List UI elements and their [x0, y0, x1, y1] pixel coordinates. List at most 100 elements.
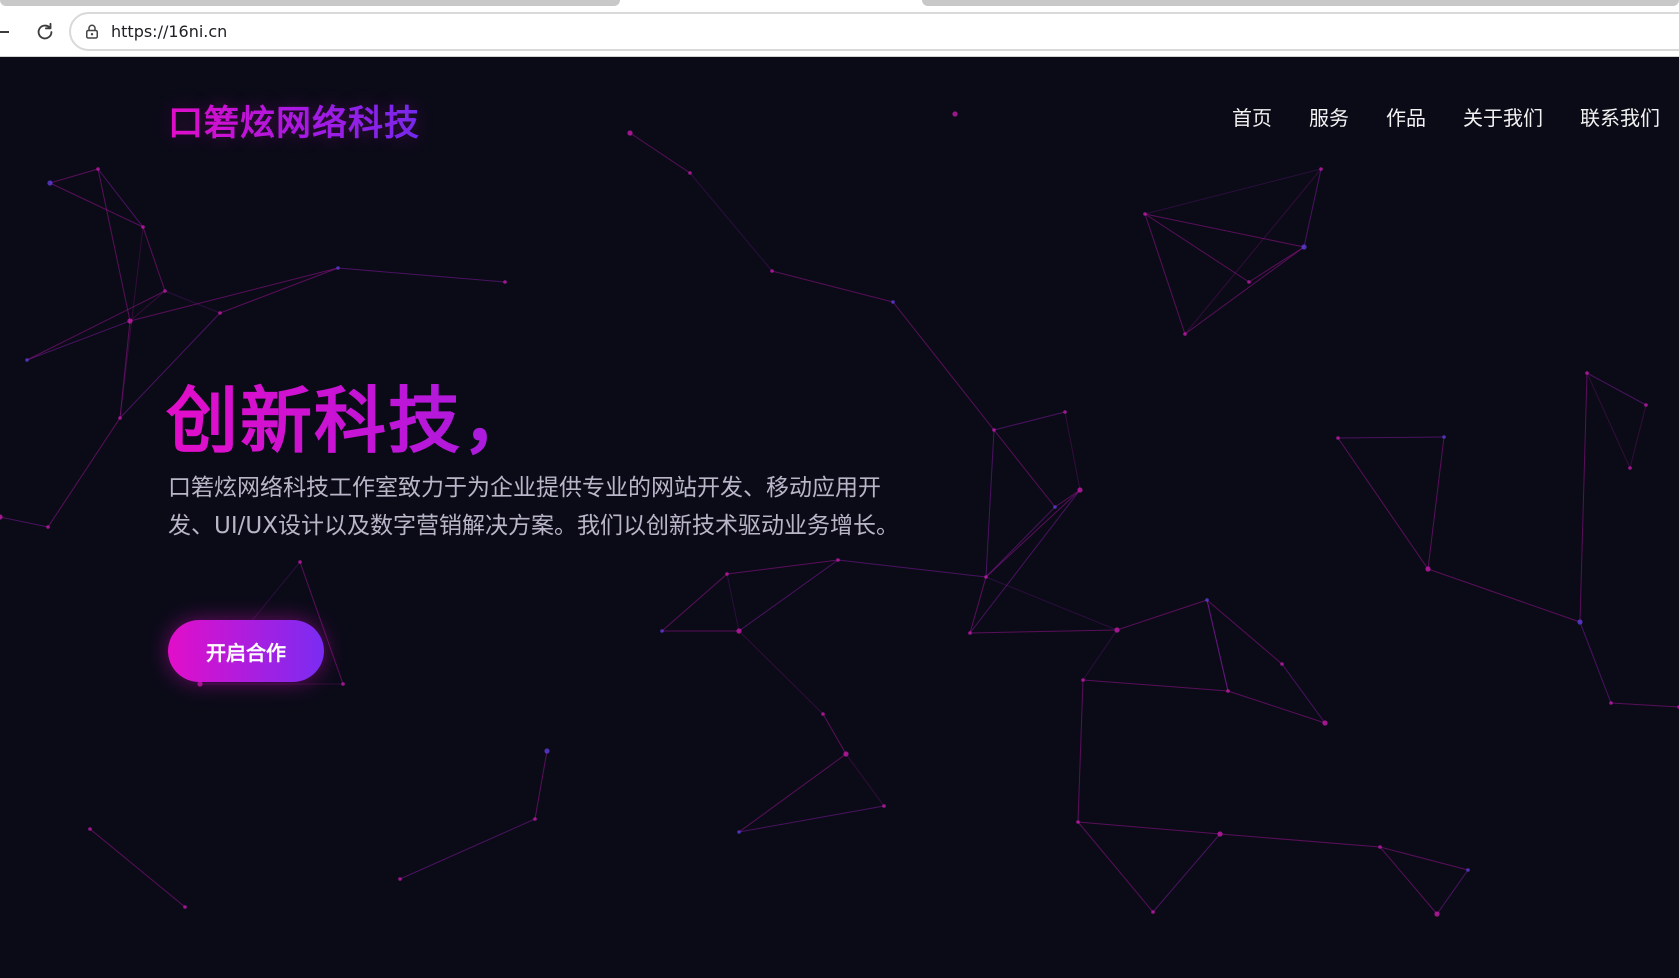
network-link — [985, 429, 995, 578]
network-link — [1337, 437, 1429, 570]
network-node — [770, 269, 774, 273]
network-link — [1206, 599, 1229, 692]
network-link — [1144, 213, 1186, 335]
network-link — [993, 429, 1056, 508]
network-node — [891, 300, 895, 304]
network-node — [1076, 820, 1080, 824]
network-node — [843, 751, 849, 757]
network-node — [96, 167, 100, 171]
network-link — [1629, 404, 1647, 469]
network-link — [534, 750, 548, 820]
site-logo-text[interactable]: 口箬炫网络科技 — [168, 95, 420, 146]
network-node — [737, 830, 741, 834]
network-node — [141, 225, 145, 229]
network-node — [660, 629, 664, 633]
network-link — [1077, 821, 1221, 835]
site-info-icon[interactable] — [81, 21, 103, 43]
network-link — [26, 290, 166, 361]
tab[interactable] — [922, 0, 1679, 6]
url-text: https://16ni.cn — [111, 22, 228, 41]
network-node — [1378, 845, 1382, 849]
network-link — [1281, 663, 1326, 724]
network-link — [1144, 168, 1322, 215]
network-link — [629, 132, 691, 174]
network-node — [836, 558, 840, 562]
network-node — [218, 311, 222, 315]
network-node — [47, 180, 53, 186]
network-link — [738, 753, 847, 833]
network-link — [661, 573, 728, 632]
network-link — [1579, 372, 1588, 623]
network-node — [46, 525, 50, 529]
network-node — [118, 416, 122, 420]
network-link — [1144, 213, 1250, 283]
network-link — [1610, 702, 1679, 708]
network-link — [738, 630, 824, 715]
network-link — [1227, 690, 1326, 724]
network-node — [992, 428, 996, 432]
nav-item-services[interactable]: 服务 — [1309, 102, 1349, 131]
network-node — [0, 514, 3, 520]
address-bar[interactable]: https://16ni.cn — [69, 12, 1679, 51]
network-node — [1280, 662, 1284, 666]
network-node — [163, 289, 167, 293]
reload-icon — [37, 22, 53, 40]
network-link — [26, 320, 131, 361]
network-link — [89, 828, 186, 908]
network-node — [1644, 403, 1648, 407]
network-link — [337, 267, 506, 283]
nav-item-works[interactable]: 作品 — [1386, 102, 1426, 131]
network-link — [1436, 869, 1469, 915]
network-link — [892, 301, 995, 431]
network-link — [1219, 833, 1381, 848]
network-node — [627, 130, 633, 136]
network-node — [1585, 371, 1589, 375]
network-node — [736, 628, 742, 634]
network-node — [127, 318, 133, 324]
nav-item-contact[interactable]: 联系我们 — [1580, 102, 1660, 131]
network-link — [1379, 846, 1438, 915]
network-link — [837, 559, 987, 578]
nav-item-home[interactable]: 首页 — [1232, 102, 1272, 131]
tab[interactable] — [0, 0, 620, 6]
nav-item-about[interactable]: 关于我们 — [1463, 102, 1543, 131]
network-link — [993, 411, 1066, 431]
network-link — [142, 226, 166, 292]
network-node — [1077, 487, 1083, 493]
back-button[interactable] — [0, 31, 9, 33]
network-link — [1379, 846, 1469, 871]
network-node — [1336, 436, 1340, 440]
network-link — [738, 805, 885, 833]
network-node — [1425, 566, 1431, 572]
network-node — [197, 681, 203, 687]
network-node — [1205, 598, 1209, 602]
network-node — [1442, 435, 1446, 439]
network-link — [689, 172, 773, 272]
network-node — [821, 712, 825, 716]
network-link — [845, 753, 885, 807]
reload-button[interactable] — [32, 19, 58, 45]
network-node — [725, 572, 729, 576]
network-link — [1337, 436, 1445, 439]
network-node — [688, 171, 692, 175]
network-node — [341, 682, 345, 686]
network-node — [1628, 466, 1632, 470]
network-node — [952, 111, 958, 117]
network-link — [1303, 168, 1322, 248]
network-node — [1247, 280, 1251, 284]
network-node — [533, 817, 537, 821]
network-link — [1427, 436, 1445, 570]
network-link — [1116, 599, 1208, 631]
network-node — [298, 560, 302, 564]
network-node — [25, 358, 29, 362]
start-cooperation-button[interactable]: 开启合作 — [168, 620, 324, 682]
network-node — [1081, 678, 1085, 682]
network-node — [1143, 212, 1147, 216]
network-link — [771, 270, 894, 303]
network-link — [1077, 679, 1084, 823]
network-link — [1427, 568, 1581, 623]
network-link — [985, 506, 1056, 578]
network-node — [1301, 244, 1307, 250]
network-link — [969, 576, 987, 634]
network-node — [398, 877, 402, 881]
